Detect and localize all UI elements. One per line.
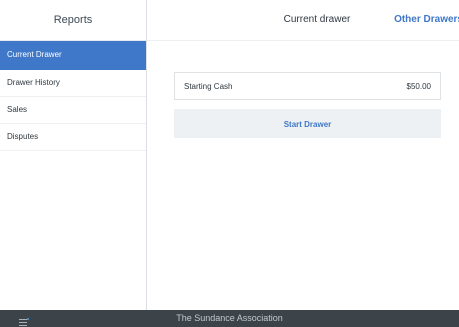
footer-bar: The Sundance Association (0, 310, 459, 327)
sidebar-item-sales[interactable]: Sales (0, 97, 146, 124)
starting-cash-label: Starting Cash (184, 82, 233, 91)
main-header: Current drawer Other Drawers (147, 0, 459, 41)
sidebar-item-drawer-history[interactable]: Drawer History (0, 70, 146, 97)
sidebar-title: Reports (53, 14, 93, 26)
sidebar: Reports Current Drawer Drawer History Sa… (0, 0, 147, 310)
starting-cash-row: Starting Cash $50.00 (174, 72, 441, 100)
start-drawer-button[interactable]: Start Drawer (174, 109, 441, 138)
app-window: Reports Current Drawer Drawer History Sa… (0, 0, 459, 327)
starting-cash-value: $50.00 (406, 82, 431, 91)
sidebar-list: Current Drawer Drawer History Sales Disp… (0, 40, 146, 151)
footer-organization-name: The Sundance Association (176, 313, 283, 323)
sidebar-item-current-drawer[interactable]: Current Drawer (0, 41, 146, 70)
other-drawers-link[interactable]: Other Drawers (394, 0, 459, 40)
sidebar-item-disputes[interactable]: Disputes (0, 124, 146, 151)
main-panel: Current drawer Other Drawers Starting Ca… (147, 0, 459, 310)
